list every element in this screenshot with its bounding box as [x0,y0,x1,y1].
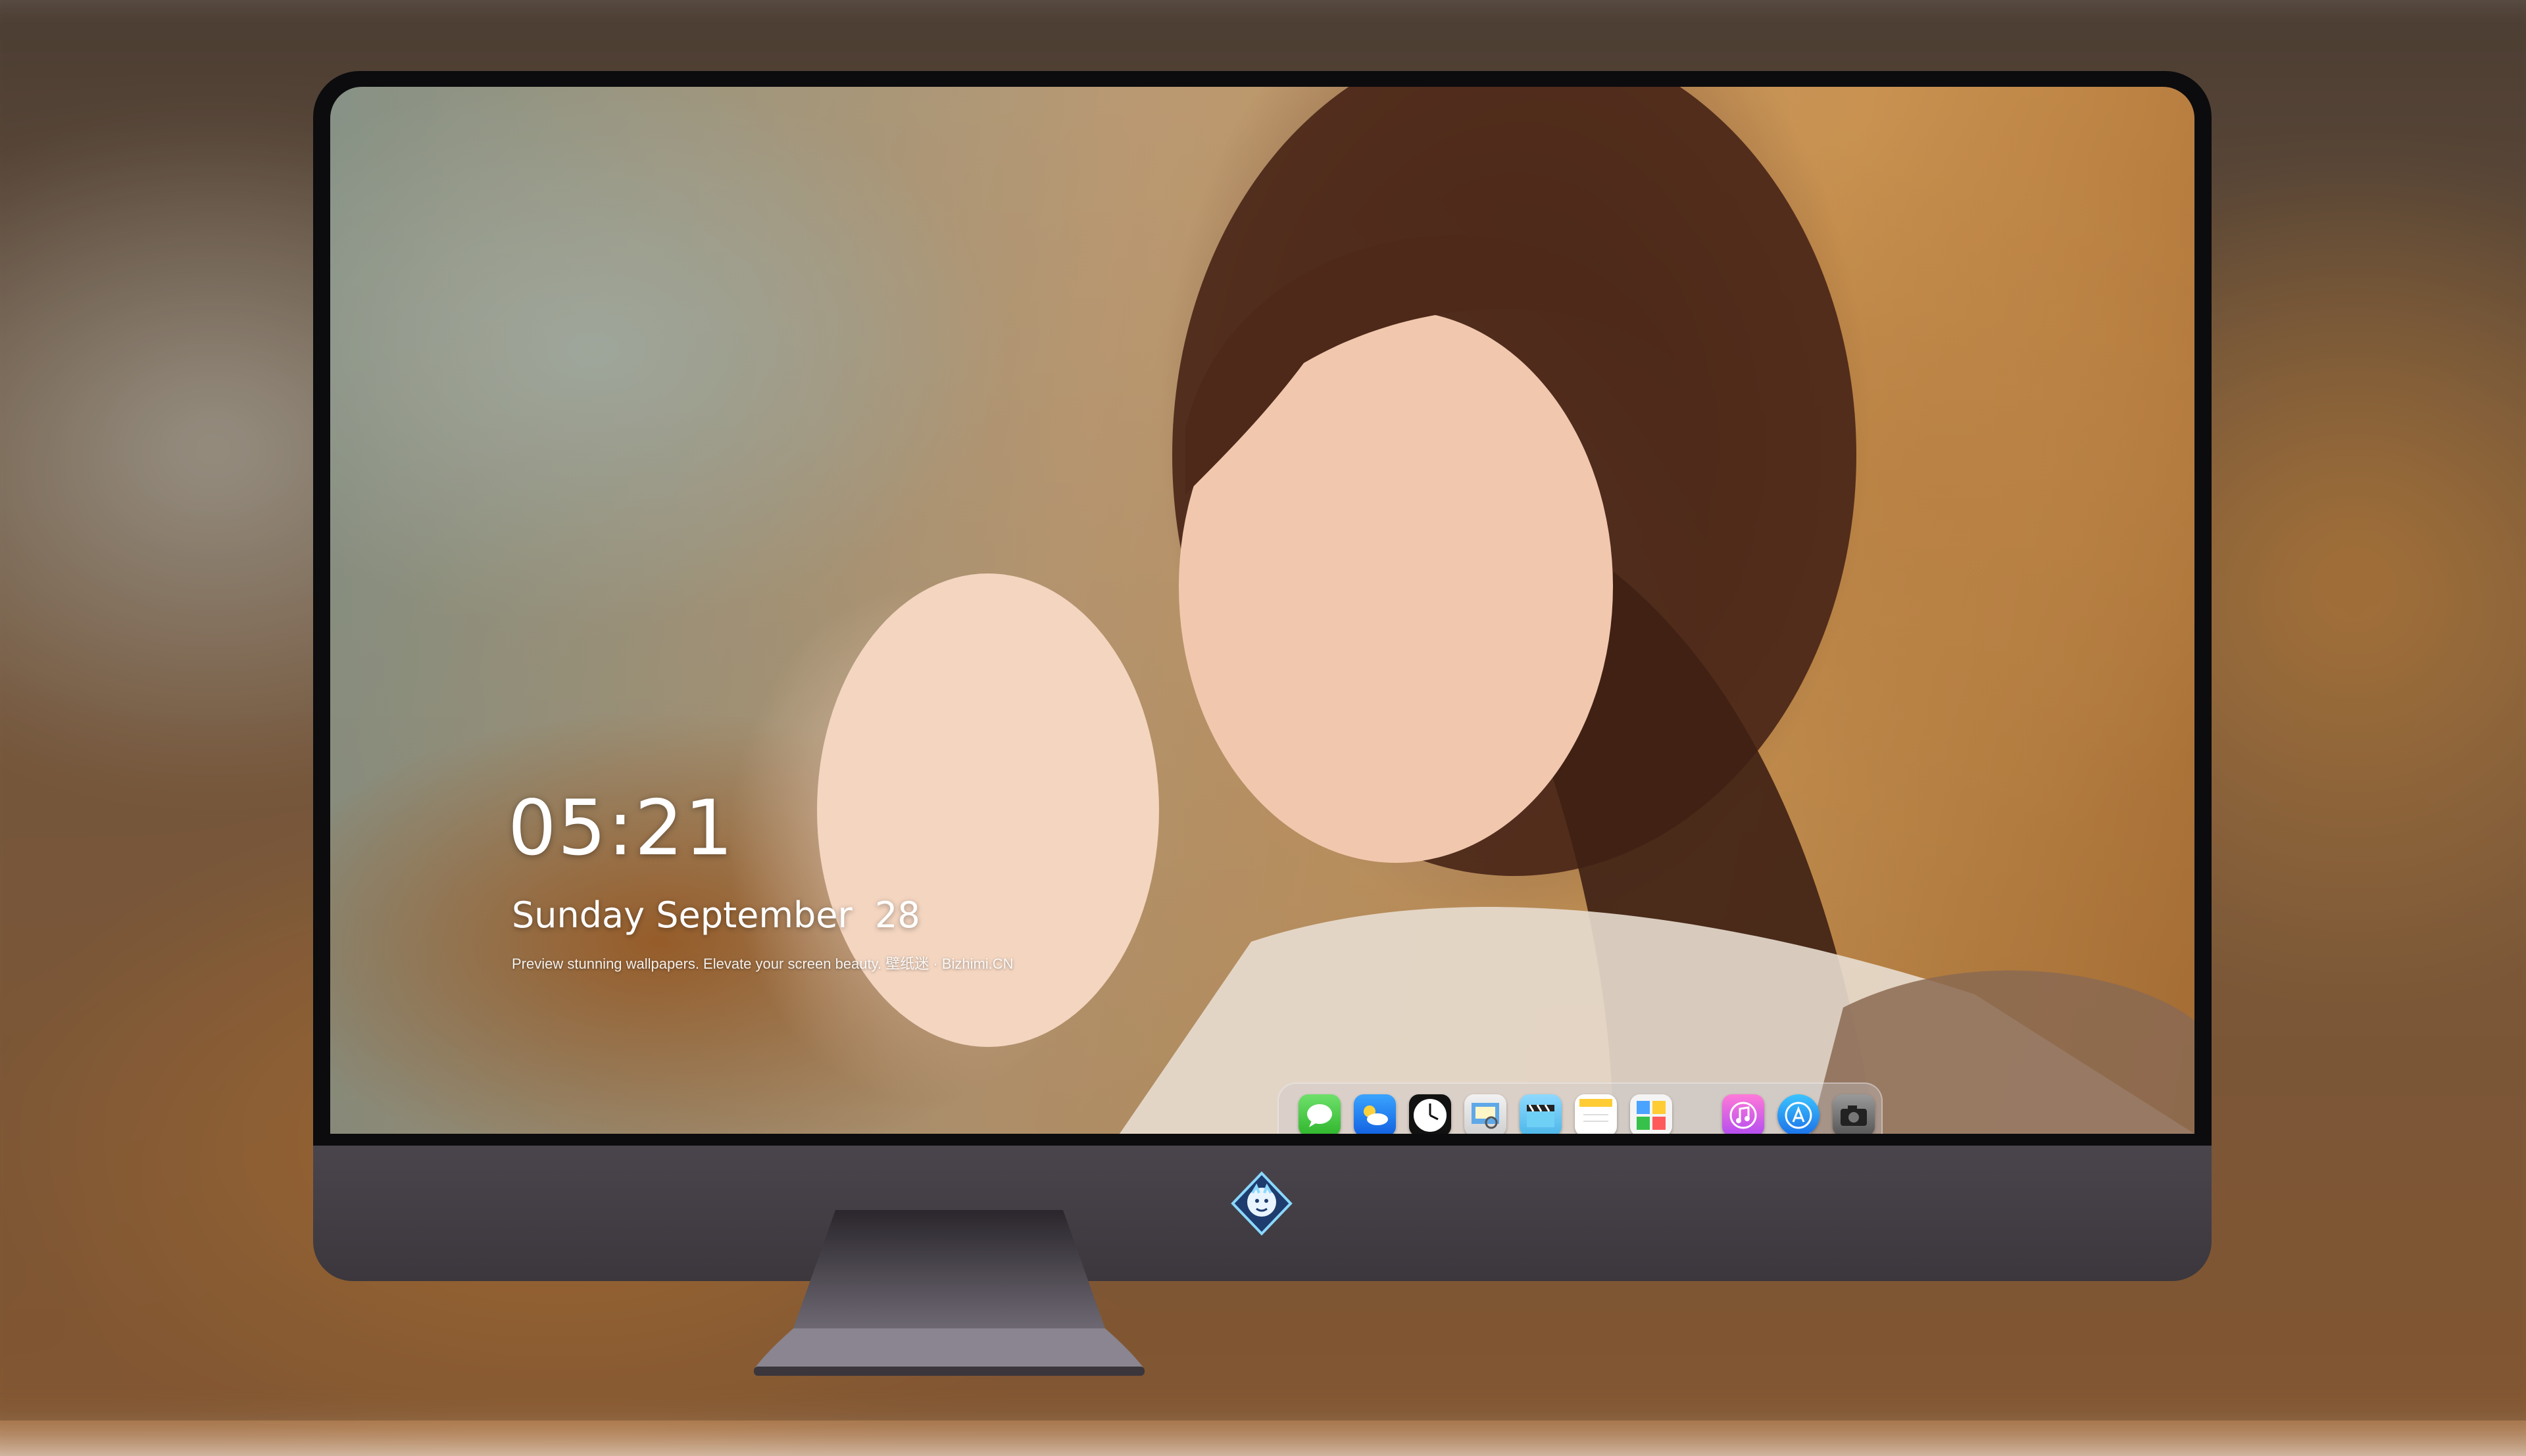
music-icon[interactable] [1722,1094,1764,1134]
preview-icon[interactable] [1464,1094,1506,1134]
monitor: 05:21 Sunday September 28 Preview stunni… [313,71,2212,1281]
monitor-stand [754,1210,1145,1376]
monitor-screen: 05:21 Sunday September 28 Preview stunni… [330,87,2194,1134]
lockscreen-date: Sunday September 28 [512,894,920,936]
notes-icon[interactable] [1575,1094,1617,1134]
lockscreen-tagline: Preview stunning wallpapers. Elevate you… [512,956,1014,972]
messages-icon[interactable] [1299,1094,1341,1134]
camera-icon[interactable] [1833,1094,1875,1134]
weather-icon[interactable] [1354,1094,1396,1134]
app-store-icon[interactable] [1777,1094,1820,1134]
lockscreen-time: 05:21 [508,784,735,873]
photos-icon[interactable] [1630,1094,1672,1134]
dock [1277,1082,1883,1134]
clock-icon[interactable] [1409,1094,1451,1134]
video-icon[interactable] [1520,1094,1562,1134]
wallpaper-portrait [817,87,2194,1134]
wallpaper-hands [817,573,1159,1047]
